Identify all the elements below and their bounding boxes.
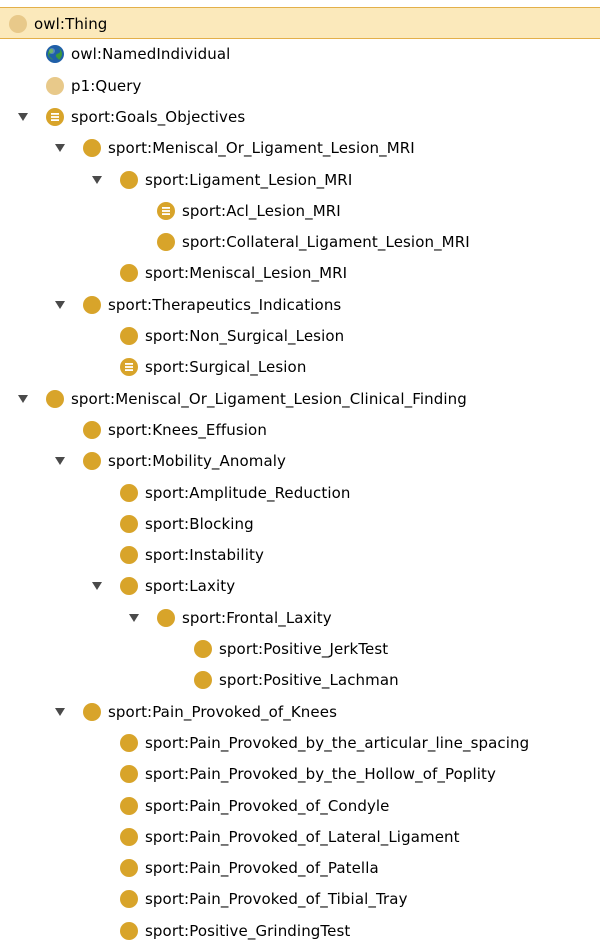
class-icon xyxy=(82,702,102,722)
tree-node-label: p1:Query xyxy=(71,76,142,95)
tree-node-label: sport:Meniscal_Or_Ligament_Lesion_MRI xyxy=(108,139,415,158)
class-icon xyxy=(119,796,139,816)
tree-node-sport-pain-provoked-by-the-hollow-of-poplity[interactable]: sport:Pain_Provoked_by_the_Hollow_of_Pop… xyxy=(0,758,600,790)
tree-node-label: sport:Pain_Provoked_of_Tibial_Tray xyxy=(145,890,408,909)
expand-triangle-down-icon[interactable] xyxy=(91,174,103,186)
tree-node-owl-thing[interactable]: owl:Thing xyxy=(0,7,600,39)
tree-node-sport-frontal-laxity[interactable]: sport:Frontal_Laxity xyxy=(0,602,600,634)
tree-node-sport-knees-effusion[interactable]: sport:Knees_Effusion xyxy=(0,414,600,446)
tree-node-sport-meniscal-or-ligament-lesion-mri[interactable]: sport:Meniscal_Or_Ligament_Lesion_MRI xyxy=(0,132,600,164)
class-icon xyxy=(119,483,139,503)
class-icon xyxy=(119,326,139,346)
class-icon xyxy=(156,232,176,252)
tree-node-owl-namedindividual[interactable]: owl:NamedIndividual xyxy=(0,38,600,70)
tree-node-label: sport:Pain_Provoked_of_Knees xyxy=(108,702,337,721)
tree-node-sport-collateral-ligament-lesion-mri[interactable]: sport:Collateral_Ligament_Lesion_MRI xyxy=(0,226,600,258)
tree-node-sport-goals-objectives[interactable]: sport:Goals_Objectives xyxy=(0,101,600,133)
class-icon xyxy=(82,420,102,440)
expand-triangle-down-icon[interactable] xyxy=(54,706,66,718)
tree-node-label: sport:Positive_GrindingTest xyxy=(145,921,351,940)
tree-node-sport-non-surgical-lesion[interactable]: sport:Non_Surgical_Lesion xyxy=(0,320,600,352)
class-icon xyxy=(119,576,139,596)
tree-node-label: sport:Surgical_Lesion xyxy=(145,358,307,377)
tree-node-sport-acl-lesion-mri[interactable]: sport:Acl_Lesion_MRI xyxy=(0,195,600,227)
tree-node-label: sport:Ligament_Lesion_MRI xyxy=(145,170,353,189)
class-icon xyxy=(193,670,213,690)
tree-node-label: sport:Goals_Objectives xyxy=(71,107,246,126)
defined-class-icon xyxy=(156,201,176,221)
tree-node-p1-query[interactable]: p1:Query xyxy=(0,70,600,102)
class-icon xyxy=(82,451,102,471)
tree-node-label: sport:Pain_Provoked_by_the_articular_lin… xyxy=(145,733,530,752)
tree-node-label: sport:Pain_Provoked_of_Patella xyxy=(145,859,379,878)
class-icon xyxy=(119,545,139,565)
expand-triangle-down-icon[interactable] xyxy=(17,393,29,405)
class-icon xyxy=(119,514,139,534)
tree-node-sport-pain-provoked-of-tibial-tray[interactable]: sport:Pain_Provoked_of_Tibial_Tray xyxy=(0,883,600,915)
tree-node-label: sport:Positive_JerkTest xyxy=(219,640,389,658)
tree-node-sport-pain-provoked-of-lateral-ligament[interactable]: sport:Pain_Provoked_of_Lateral_Ligament xyxy=(0,821,600,853)
tree-node-label: sport:Meniscal_Or_Ligament_Lesion_Clinic… xyxy=(71,389,467,408)
class-icon-light xyxy=(8,14,28,34)
tree-node-sport-positive-lachman[interactable]: sport:Positive_Lachman xyxy=(0,664,600,696)
expand-triangle-down-icon[interactable] xyxy=(54,455,66,467)
expand-triangle-down-icon[interactable] xyxy=(128,612,140,624)
expand-triangle-down-icon[interactable] xyxy=(17,111,29,123)
class-icon xyxy=(119,733,139,753)
tree-node-label: owl:NamedIndividual xyxy=(71,45,231,64)
globe-icon xyxy=(45,44,65,64)
expand-triangle-down-icon[interactable] xyxy=(54,142,66,154)
tree-node-label: sport:Positive_Lachman xyxy=(219,671,399,690)
tree-node-label: sport:Pain_Provoked_of_Condyle xyxy=(145,796,390,815)
class-icon xyxy=(156,608,176,628)
tree-node-sport-blocking[interactable]: sport:Blocking xyxy=(0,508,600,540)
class-icon xyxy=(119,764,139,784)
class-icon xyxy=(82,295,102,315)
tree-node-label: sport:Non_Surgical_Lesion xyxy=(145,327,345,345)
class-icon xyxy=(193,639,213,659)
tree-node-label: sport:Blocking xyxy=(145,514,254,533)
tree-node-sport-meniscal-lesion-mri[interactable]: sport:Meniscal_Lesion_MRI xyxy=(0,257,600,289)
tree-node-sport-positive-jerktest[interactable]: sport:Positive_JerkTest xyxy=(0,633,600,665)
tree-node-label: sport:Instability xyxy=(145,546,264,565)
class-icon xyxy=(119,858,139,878)
tree-node-label: sport:Frontal_Laxity xyxy=(182,608,332,627)
class-icon xyxy=(45,389,65,409)
class-icon xyxy=(119,827,139,847)
tree-node-label: sport:Mobility_Anomaly xyxy=(108,452,287,471)
class-icon xyxy=(119,921,139,941)
tree-node-label: sport:Therapeutics_Indications xyxy=(108,295,342,314)
tree-node-label: sport:Knees_Effusion xyxy=(108,420,267,439)
class-icon xyxy=(119,170,139,190)
defined-class-icon xyxy=(45,107,65,127)
expand-triangle-down-icon[interactable] xyxy=(91,580,103,592)
tree-node-label: sport:Acl_Lesion_MRI xyxy=(182,201,341,220)
class-hierarchy-tree: owl:Thing owl:NamedIndividual p1:Query spor… xyxy=(0,0,600,942)
defined-class-icon xyxy=(119,357,139,377)
tree-node-label: sport:Meniscal_Lesion_MRI xyxy=(145,264,348,283)
class-icon xyxy=(119,263,139,283)
tree-node-sport-pain-provoked-of-condyle[interactable]: sport:Pain_Provoked_of_Condyle xyxy=(0,790,600,822)
tree-node-sport-therapeutics-indications[interactable]: sport:Therapeutics_Indications xyxy=(0,289,600,321)
class-icon-light xyxy=(45,76,65,96)
tree-node-sport-pain-provoked-of-patella[interactable]: sport:Pain_Provoked_of_Patella xyxy=(0,852,600,884)
tree-node-label: sport:Collateral_Ligament_Lesion_MRI xyxy=(182,233,470,252)
tree-node-sport-laxity[interactable]: sport:Laxity xyxy=(0,570,600,602)
tree-node-sport-instability[interactable]: sport:Instability xyxy=(0,539,600,571)
tree-node-label: sport:Laxity xyxy=(145,577,236,596)
tree-node-sport-mobility-anomaly[interactable]: sport:Mobility_Anomaly xyxy=(0,445,600,477)
tree-node-sport-surgical-lesion[interactable]: sport:Surgical_Lesion xyxy=(0,351,600,383)
tree-node-label: sport:Amplitude_Reduction xyxy=(145,483,351,502)
tree-node-label: sport:Pain_Provoked_by_the_Hollow_of_Pop… xyxy=(145,765,497,784)
tree-node-sport-meniscal-or-ligament-lesion-clinical-finding[interactable]: sport:Meniscal_Or_Ligament_Lesion_Clinic… xyxy=(0,383,600,415)
class-icon xyxy=(82,138,102,158)
expand-triangle-down-icon[interactable] xyxy=(54,299,66,311)
tree-node-label: owl:Thing xyxy=(34,15,108,33)
class-icon xyxy=(119,889,139,909)
tree-node-sport-pain-provoked-of-knees[interactable]: sport:Pain_Provoked_of_Knees xyxy=(0,696,600,728)
tree-node-label: sport:Pain_Provoked_of_Lateral_Ligament xyxy=(145,827,460,846)
tree-node-sport-ligament-lesion-mri[interactable]: sport:Ligament_Lesion_MRI xyxy=(0,164,600,196)
tree-node-sport-amplitude-reduction[interactable]: sport:Amplitude_Reduction xyxy=(0,477,600,509)
tree-node-sport-pain-provoked-by-the-articular-line-spacing[interactable]: sport:Pain_Provoked_by_the_articular_lin… xyxy=(0,727,600,759)
